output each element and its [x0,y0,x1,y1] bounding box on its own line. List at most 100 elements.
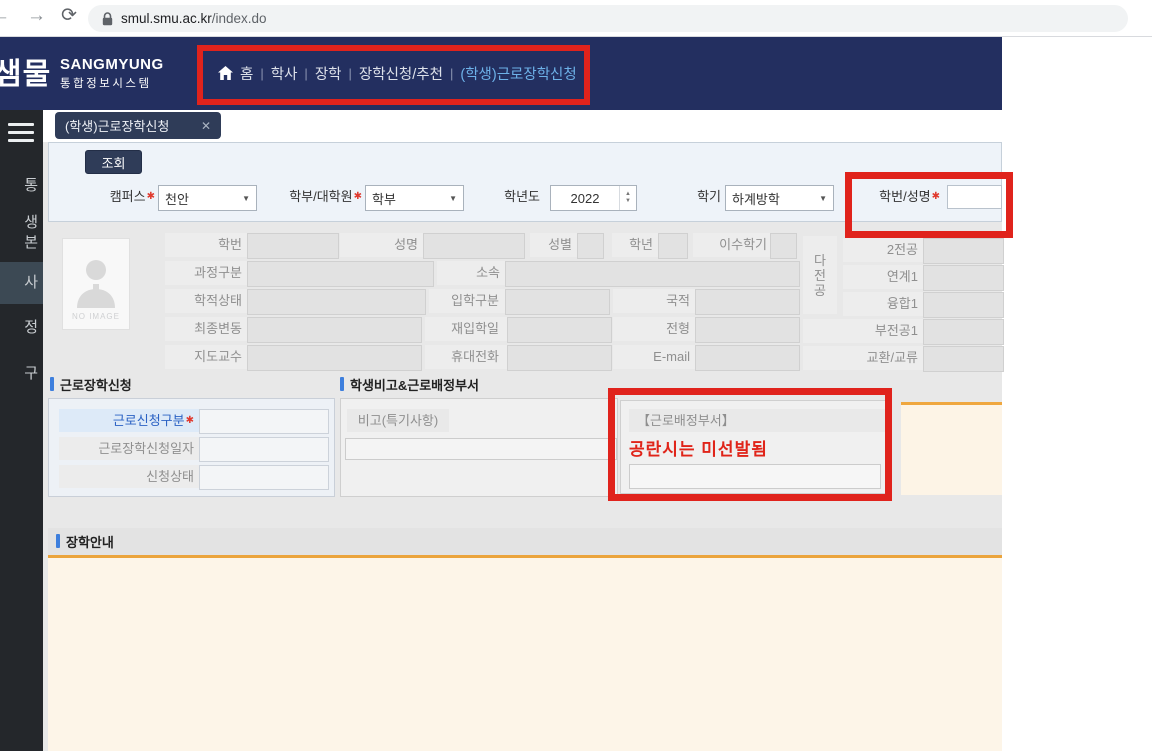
guide-header-band [48,528,1002,555]
field-work-apply-date [199,437,329,462]
year-label: 학년도 [492,185,540,209]
label-work-apply-date: 근로장학신청일자 [59,437,199,460]
annotation-box-student-id [845,172,1013,238]
label-apply-status: 신청상태 [59,465,199,488]
label-gender: 성별 [530,233,580,257]
url-text: smul.smu.ac.kr/index.do [121,10,267,28]
tab-work-scholarship[interactable]: (학생)근로장학신청 ✕ [55,112,221,139]
student-photo-placeholder: NO IMAGE [62,238,130,330]
label-remark: 비고(특기사항) [347,409,449,432]
sidebar-item-3-selected[interactable]: 사 [0,273,38,293]
label-linked-major: 연계1 [843,265,926,289]
sidebar-item-5[interactable]: 구 [0,364,38,384]
label-student-number: 학번 [165,233,250,257]
field-admission-track [695,317,800,343]
label-convergence-major: 융합1 [843,292,926,316]
tab-label: (학생)근로장학신청 [65,116,169,135]
query-button-label: 조회 [102,153,126,172]
field-last-change [247,317,422,343]
label-name: 성명 [340,233,426,257]
query-button[interactable]: 조회 [85,150,142,174]
label-admission-type: 입학구분 [429,289,507,313]
label-enrollment-status: 학적상태 [165,289,250,313]
field-remark[interactable] [345,438,617,460]
field-work-apply-type[interactable] [199,409,329,434]
browser-forward-icon[interactable]: → [27,5,46,27]
field-readmission-date [507,317,612,343]
work-scholarship-panel: 근로신청구분✱ 근로장학신청일자 신청상태 [48,398,335,497]
spinner-arrows-icon[interactable]: ▲▼ [619,186,636,210]
field-name [423,233,525,259]
field-convergence-major [923,292,1004,318]
browser-back-icon[interactable]: ← [0,5,10,27]
semester-select[interactable]: 하계방학▼ [725,185,834,211]
url-host: smul.smu.ac.kr [121,11,212,26]
tab-close-icon[interactable]: ✕ [201,119,211,133]
guide-content-area [48,558,1002,751]
semester-label: 학기 [689,185,721,209]
sidebar: 통 생 본 사 정 구 [0,110,43,751]
label-completed-semesters: 이수학기 [693,233,775,257]
section-bar-icon [50,377,54,391]
address-bar[interactable]: smul.smu.ac.kr/index.do [88,5,1128,32]
sidebar-item-2[interactable]: 생 본 [0,213,38,253]
section-bar-icon [340,377,344,391]
label-work-apply-type: 근로신청구분✱ [59,409,199,432]
label-email: E-mail [613,345,698,369]
chevron-down-icon: ▼ [242,194,250,203]
screen: ← → ⟳ smul.smu.ac.kr/index.do 샘물 SANGMYU… [0,0,1152,751]
url-path: /index.do [212,11,267,26]
label-minor: 부전공1 [803,319,926,343]
field-linked-major [923,265,1004,291]
no-image-text: NO IMAGE [72,312,120,321]
hamburger-menu-icon[interactable] [8,123,34,147]
required-mark: ✱ [186,415,194,426]
browser-toolbar: ← → ⟳ smul.smu.ac.kr/index.do [0,0,1152,37]
section-bar-icon [56,534,60,548]
label-readmission-date: 재입학일 [425,317,507,341]
label-advisor: 지도교수 [165,345,250,369]
chevron-down-icon: ▼ [819,194,827,203]
logo-mark: 샘물 [0,49,51,93]
label-admission-track: 전형 [613,317,698,341]
field-admission-type [505,289,610,315]
sidebar-item-1[interactable]: 통 [0,176,38,196]
label-second-major: 2전공 [843,238,926,262]
person-icon [73,256,119,308]
campus-label: 캠퍼스✱ [93,185,155,209]
field-apply-status [199,465,329,490]
field-grade [658,233,688,259]
chevron-down-icon: ▼ [449,194,457,203]
logo-subtitle: 통합정보시스템 [60,75,164,91]
label-affiliation: 소속 [437,261,508,285]
field-minor [923,319,1004,345]
field-course-type [247,261,434,287]
field-completed-semesters [770,233,797,259]
lock-icon [102,12,113,26]
logo-brand: SANGMYUNG [60,56,164,73]
field-mobile-phone [507,345,612,371]
annotation-box-assignment-dept [608,388,892,501]
sidebar-item-4[interactable]: 정 [0,318,38,338]
side-cream-panel [901,402,1002,495]
required-mark: ✱ [147,191,155,202]
field-gender [577,233,604,259]
annotation-box-nav [197,45,590,105]
section-title-work-scholarship: 근로장학신청 [50,374,132,394]
label-last-change: 최종변동 [165,317,250,341]
field-enrollment-status [247,289,426,315]
label-nationality: 국적 [613,289,698,313]
label-mobile-phone: 휴대전화 [425,345,507,369]
browser-reload-icon[interactable]: ⟳ [61,4,77,27]
logo: SANGMYUNG 통합정보시스템 [60,56,164,91]
field-email [695,345,800,371]
field-nationality [695,289,800,315]
division-label: 학부/대학원✱ [262,185,362,209]
year-spinner[interactable]: 2022 ▲▼ [550,185,637,211]
campus-select[interactable]: 천안▼ [158,185,257,211]
label-course-type: 과정구분 [165,261,250,285]
division-select[interactable]: 학부▼ [365,185,464,211]
label-exchange: 교환/교류 [803,346,926,370]
label-grade: 학년 [612,233,661,257]
required-mark: ✱ [354,191,362,202]
